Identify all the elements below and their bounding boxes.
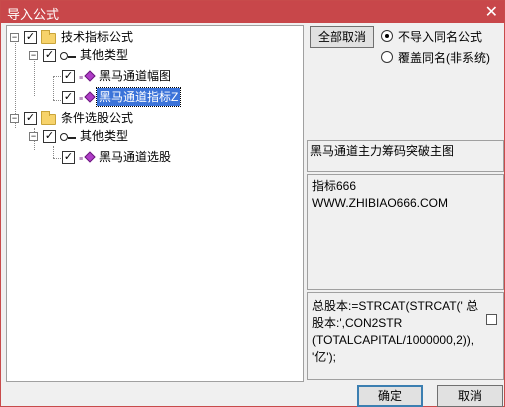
- code-box[interactable]: 总股本:=STRCAT(STRCAT(' 总 股本:',CON2STR (TOT…: [307, 292, 504, 380]
- code-line: '亿');: [312, 350, 336, 364]
- code-checkbox[interactable]: [486, 314, 497, 325]
- description-box[interactable]: 指标666 WWW.ZHIBIAO666.COM: [307, 174, 504, 290]
- deselect-all-button[interactable]: 全部取消: [310, 26, 374, 48]
- node-label: 技术指标公式: [61, 30, 134, 44]
- node-checkbox[interactable]: ✓: [43, 130, 56, 143]
- node-label: 黑马通道选股: [99, 150, 172, 164]
- tree-node-tech-indicators[interactable]: − ✓ 技术指标公式: [7, 28, 207, 46]
- code-line: (TOTALCAPITAL/1000000,2)),: [312, 333, 475, 347]
- title-bar[interactable]: 导入公式 ✕: [1, 1, 504, 23]
- collapse-toggle[interactable]: −: [29, 132, 38, 141]
- key-icon: [60, 132, 76, 142]
- formula-icon: [84, 151, 96, 163]
- formula-icon: [84, 91, 96, 103]
- node-label: 其他类型: [80, 129, 129, 143]
- formula-prefix-icon: ≡: [79, 75, 84, 82]
- collapse-toggle[interactable]: −: [10, 114, 19, 123]
- key-icon: [60, 51, 76, 61]
- radio-label: 不导入同名公式: [398, 30, 483, 44]
- cancel-button[interactable]: 取消: [437, 385, 503, 407]
- node-label: 黑马通道指标Z: [95, 87, 182, 107]
- node-checkbox[interactable]: ✓: [62, 151, 75, 164]
- collapse-toggle[interactable]: −: [29, 51, 38, 60]
- description-line: WWW.ZHIBIAO666.COM: [312, 196, 449, 210]
- tree-node-formula[interactable]: ✓ ≡ 黑马通道幅图: [7, 67, 227, 85]
- formula-name-panel: 黑马通道主力筹码突破主图: [307, 140, 504, 172]
- node-checkbox[interactable]: ✓: [24, 31, 37, 44]
- tree-node-other-types[interactable]: − ✓ 其他类型: [7, 127, 207, 145]
- node-checkbox[interactable]: ✓: [62, 91, 75, 104]
- tree-node-stock-selection[interactable]: − ✓ 条件选股公式: [7, 109, 207, 127]
- node-checkbox[interactable]: ✓: [24, 112, 37, 125]
- radio-skip-duplicates[interactable]: [381, 30, 393, 42]
- tree-node-formula[interactable]: ✓ ≡ 黑马通道选股: [7, 148, 227, 166]
- code-line: 总股本:=STRCAT(STRCAT(' 总: [312, 299, 479, 313]
- formula-icon: [84, 70, 96, 82]
- close-icon[interactable]: ✕: [485, 2, 498, 22]
- tree-node-formula-selected[interactable]: ✓ ≡ 黑马通道指标Z: [7, 87, 227, 107]
- folder-icon: [41, 111, 56, 125]
- node-checkbox[interactable]: ✓: [62, 70, 75, 83]
- radio-overwrite[interactable]: [381, 51, 393, 63]
- formula-tree[interactable]: − ✓ 技术指标公式 − ✓ 其他类型 ✓ ≡ 黑马通道幅图 ✓ ≡ 黑马通道指…: [6, 25, 304, 382]
- import-formula-dialog: 导入公式 ✕ − ✓ 技术指标公式 − ✓ 其他类型 ✓ ≡ 黑马通道幅图 ✓ …: [0, 0, 505, 407]
- folder-icon: [41, 30, 56, 44]
- window-title: 导入公式: [7, 7, 60, 22]
- collapse-toggle[interactable]: −: [10, 33, 19, 42]
- description-line: 指标666: [312, 179, 357, 193]
- formula-prefix-icon: ≡: [79, 96, 84, 103]
- code-line: 股本:',CON2STR: [312, 316, 403, 330]
- ok-button[interactable]: 确定: [357, 385, 423, 407]
- node-label: 其他类型: [80, 48, 129, 62]
- formula-prefix-icon: ≡: [79, 156, 84, 163]
- radio-label: 覆盖同名(非系统): [398, 51, 490, 65]
- node-checkbox[interactable]: ✓: [43, 49, 56, 62]
- tree-node-other-types[interactable]: − ✓ 其他类型: [7, 46, 207, 64]
- node-label: 黑马通道幅图: [99, 69, 172, 83]
- formula-name: 黑马通道主力筹码突破主图: [310, 144, 455, 158]
- node-label: 条件选股公式: [61, 111, 134, 125]
